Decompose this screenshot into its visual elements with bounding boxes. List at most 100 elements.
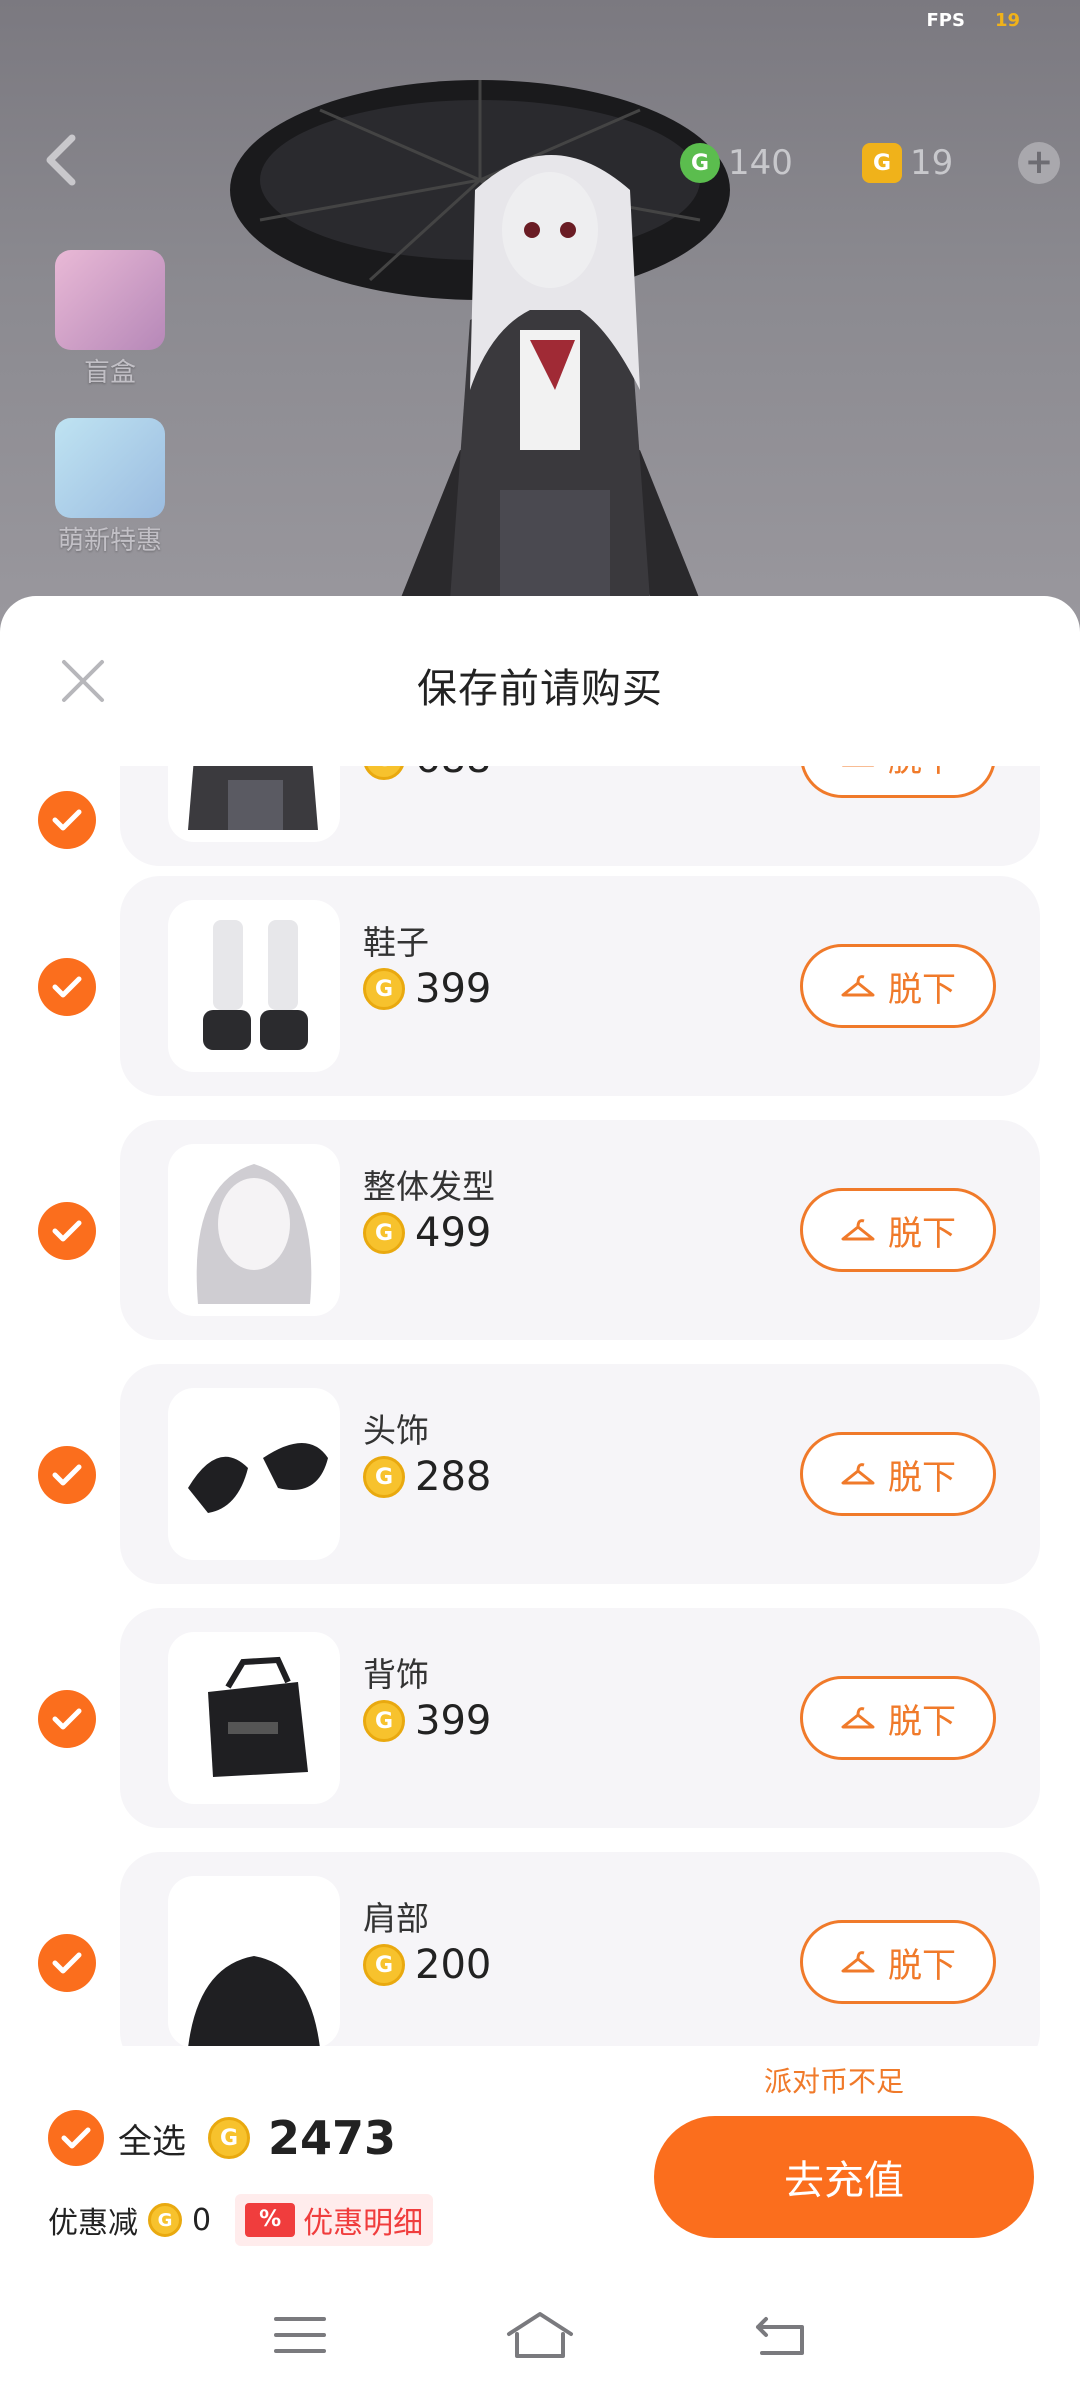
g-coin-icon: G [363,1944,405,1986]
check-icon [52,809,82,831]
recharge-button[interactable]: 去充值 [654,2116,1034,2238]
item-thumbnail-shoes [168,900,340,1072]
g-coin-icon: G [363,1456,405,1498]
g-coin-icon: G [363,1212,405,1254]
percent-tag-icon: % [245,2203,296,2237]
take-off-label: 脱下 [888,766,956,781]
item-checkbox[interactable] [38,1446,96,1504]
take-off-label: 脱下 [888,1213,956,1254]
item-name: 肩部 [363,1899,429,1938]
list-item[interactable]: G 688 脱下 [0,766,1080,866]
check-icon [52,1464,82,1486]
item-name: 整体发型 [363,1167,495,1206]
item-price-value: 499 [415,1210,492,1256]
hanger-icon [841,1707,875,1729]
item-thumbnail-coat [168,766,340,842]
check-icon [61,2127,91,2149]
discount-row: 优惠减 G 0 % 优惠明细 [48,2194,434,2246]
item-checkbox[interactable] [38,1202,96,1260]
item-checkbox[interactable] [38,1934,96,1992]
item-name: 背饰 [363,1655,429,1694]
sheet-title: 保存前请购买 [417,666,663,712]
list-item[interactable]: 整体发型 G 499 脱下 [0,1120,1080,1340]
item-price-value: 688 [415,766,491,782]
hanger-icon [841,1951,875,1973]
list-item[interactable]: 肩部 G 200 脱下 [0,1852,1080,2046]
g-coin-icon: G [363,766,405,780]
check-icon [52,976,82,998]
item-card: G 688 脱下 [120,766,1040,866]
take-off-label: 脱下 [888,1457,956,1498]
item-card: 鞋子 G 399 脱下 [120,876,1040,1096]
item-thumbnail-ears [168,1388,340,1560]
take-off-label: 脱下 [888,1945,956,1986]
item-price: G 688 [363,766,491,782]
take-off-button[interactable]: 脱下 [800,766,996,798]
take-off-button[interactable]: 脱下 [800,1676,996,1760]
item-checkbox[interactable] [38,791,96,849]
list-item[interactable]: 背饰 G 399 脱下 [0,1608,1080,1828]
check-icon [52,1708,82,1730]
g-coin-icon: G [363,1700,405,1742]
discount-value: 0 [192,2202,212,2238]
g-coin-icon: G [208,2117,250,2159]
select-all-label: 全选 [118,2121,186,2162]
take-off-button[interactable]: 脱下 [800,1920,996,2004]
item-checkbox[interactable] [38,1690,96,1748]
item-price: G 399 [363,966,491,1012]
purchase-sheet: 保存前请购买 G 688 脱下 [0,596,1080,2408]
item-name: 鞋子 [363,923,429,962]
total-price: 2473 [268,2111,397,2165]
take-off-button[interactable]: 脱下 [800,944,996,1028]
sheet-header: 保存前请购买 [0,596,1080,766]
list-item[interactable]: 鞋子 G 399 脱下 [0,876,1080,1096]
hanger-icon [841,975,875,997]
menu-nav-button[interactable] [265,2305,335,2365]
check-icon [52,1952,82,1974]
take-off-label: 脱下 [888,1701,956,1742]
discount-detail-link[interactable]: % 优惠明细 [235,2194,434,2246]
scene-dim-overlay [0,0,1080,640]
take-off-button[interactable]: 脱下 [800,1432,996,1516]
list-item[interactable]: 头饰 G 288 脱下 [0,1364,1080,1584]
back-arrow-icon [756,2317,804,2355]
system-nav-bar [0,2262,1080,2408]
take-off-button[interactable]: 脱下 [800,1188,996,1272]
item-card: 头饰 G 288 脱下 [120,1364,1040,1584]
item-price-value: 288 [415,1454,492,1500]
discount-label: 优惠减 [48,2206,138,2241]
insufficient-coins-notice: 派对币不足 [764,2065,905,2098]
item-price-value: 399 [415,966,492,1012]
item-price: G 200 [363,1942,491,1988]
hanger-icon [841,1219,875,1241]
take-off-label: 脱下 [888,969,956,1010]
item-thumbnail-shoulder [168,1876,340,2046]
item-thumbnail-hair [168,1144,340,1316]
discount-detail-label: 优惠明细 [303,2206,424,2241]
item-price-value: 200 [415,1942,492,1988]
home-nav-button[interactable] [505,2305,575,2365]
hanger-icon [841,1463,875,1485]
item-list[interactable]: G 688 脱下 鞋子 G 399 [0,766,1080,2046]
item-thumbnail-bag [168,1632,340,1804]
g-coin-icon: G [148,2203,182,2237]
recharge-label: 去充值 [784,2158,904,2204]
select-all-toggle[interactable]: 全选 G 2473 [48,2110,396,2166]
item-price: G 499 [363,1210,491,1256]
hanger-icon [841,766,875,767]
menu-icon [274,2317,326,2353]
home-icon [507,2312,573,2358]
item-name: 头饰 [363,1411,429,1450]
item-price-value: 399 [415,1698,492,1744]
purchase-footer: 派对币不足 全选 G 2473 优惠减 G 0 % 优惠明细 去充值 [0,2046,1080,2266]
item-price: G 399 [363,1698,491,1744]
back-nav-button[interactable] [745,2305,815,2365]
item-price: G 288 [363,1454,491,1500]
item-checkbox[interactable] [38,958,96,1016]
g-coin-icon: G [363,968,405,1010]
item-card: 肩部 G 200 脱下 [120,1852,1040,2046]
select-all-checkbox[interactable] [48,2110,104,2166]
item-card: 整体发型 G 499 脱下 [120,1120,1040,1340]
item-card: 背饰 G 399 脱下 [120,1608,1040,1828]
check-icon [52,1220,82,1242]
